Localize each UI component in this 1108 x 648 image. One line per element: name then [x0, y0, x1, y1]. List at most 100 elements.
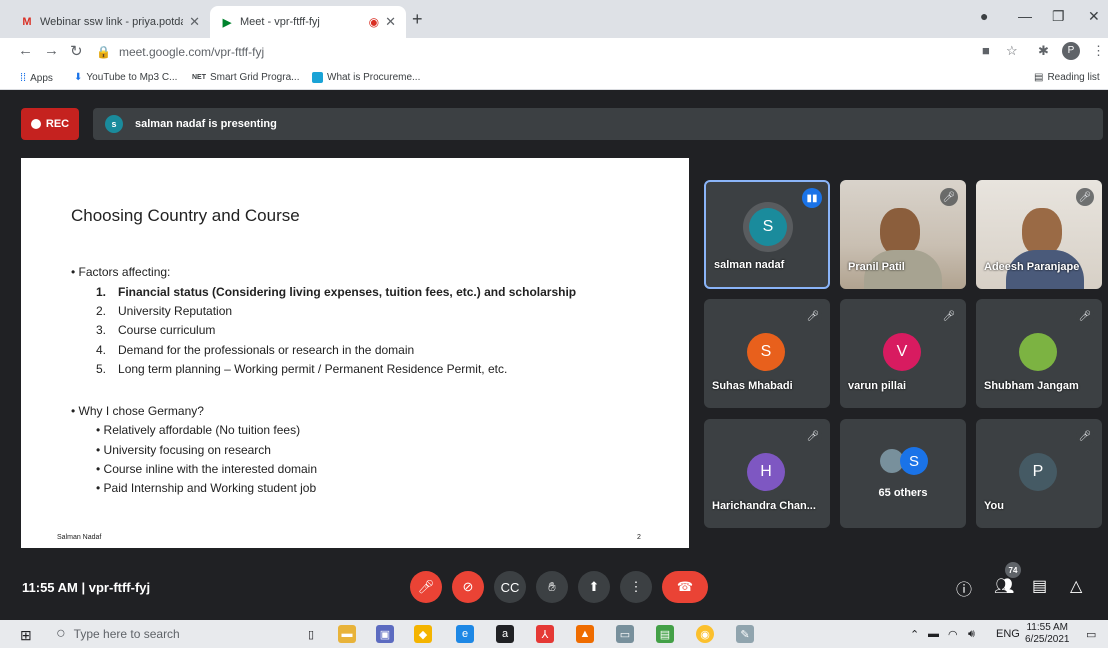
- participant-name: Adeesh Paranjape: [984, 261, 1080, 273]
- participant-tile[interactable]: S ▮▮ salman nadaf: [704, 180, 830, 289]
- close-window-button[interactable]: ✕: [1088, 8, 1100, 25]
- system-clock[interactable]: 11:55 AM 6/25/2021: [1025, 622, 1070, 646]
- camera-icon[interactable]: ■: [982, 43, 990, 58]
- meet-window: REC s salman nadaf is presenting Choosin…: [0, 90, 1108, 620]
- windows-taskbar: ⊞ ○ Type here to search ▯ ▬ ▣ ◆ e a ⅄ ▲ …: [0, 620, 1108, 648]
- slide-list-item: 4. Demand for the professionals or resear…: [96, 343, 415, 357]
- meeting-details: 11:55 AM | vpr-ftff-fyj: [22, 580, 151, 595]
- participant-tile[interactable]: 🎤︎ Adeesh Paranjape: [976, 180, 1102, 289]
- participant-name: You: [984, 500, 1004, 512]
- profile-menu-icon[interactable]: ●: [980, 8, 988, 24]
- vlc-icon[interactable]: ▲: [576, 625, 594, 643]
- bookmark-youtube-mp3[interactable]: ⬇ YouTube to Mp3 C...: [74, 72, 177, 83]
- presenting-text: salman nadaf is presenting: [135, 118, 277, 130]
- file-explorer-icon[interactable]: ▬: [338, 625, 356, 643]
- people-icon[interactable]: 👥︎: [994, 576, 1014, 596]
- camera-off-button[interactable]: ⊘: [452, 571, 484, 603]
- menu-icon[interactable]: ⋮: [1092, 43, 1105, 59]
- participant-tile[interactable]: 🎤︎ Pranil Patil: [840, 180, 966, 289]
- volume-icon[interactable]: 🔊︎: [968, 628, 975, 641]
- network-app-icon[interactable]: ▭: [616, 625, 634, 643]
- others-tile[interactable]: S 65 others: [840, 419, 966, 528]
- captions-button[interactable]: CC: [494, 571, 526, 603]
- net-icon: NET: [192, 74, 206, 81]
- participant-name: salman nadaf: [714, 259, 785, 271]
- edge-icon[interactable]: e: [456, 625, 474, 643]
- browser-tab-strip: M Webinar ssw link - priya.potdar@ ✕ ▶ M…: [0, 0, 1108, 38]
- restore-button[interactable]: ❐: [1052, 8, 1065, 25]
- battery-icon[interactable]: ▬: [928, 628, 939, 640]
- others-count: 65 others: [878, 487, 928, 499]
- tab-title: Webinar ssw link - priya.potdar@: [40, 16, 183, 28]
- amazon-icon[interactable]: a: [496, 625, 514, 643]
- participant-avatar: H: [747, 453, 785, 491]
- presenting-banner: s salman nadaf is presenting: [93, 108, 1103, 140]
- tab-meet[interactable]: ▶ Meet - vpr-ftff-fyj ◉ ✕: [210, 6, 406, 38]
- photos-icon[interactable]: ▤: [656, 625, 674, 643]
- back-button[interactable]: ←: [18, 42, 33, 59]
- record-dot-icon: [30, 119, 41, 129]
- slide-title: Choosing Country and Course: [71, 206, 300, 225]
- close-tab-icon[interactable]: ✕: [189, 14, 200, 30]
- bookmark-procurement[interactable]: What is Procureme...: [312, 72, 420, 83]
- app-icon[interactable]: ◆: [414, 625, 432, 643]
- chat-icon[interactable]: ▤: [1032, 576, 1047, 596]
- mic-off-icon: 🎤︎: [804, 307, 822, 325]
- chrome-icon[interactable]: ◉: [696, 625, 714, 643]
- raise-hand-button[interactable]: ✋︎: [536, 571, 568, 603]
- participant-face: [1022, 208, 1062, 256]
- present-button[interactable]: ⬆: [578, 571, 610, 603]
- extensions-icon[interactable]: ✱: [1038, 43, 1049, 59]
- participant-tile[interactable]: V 🎤︎ varun pillai: [840, 299, 966, 408]
- acrobat-icon[interactable]: ⅄: [536, 625, 554, 643]
- meeting-details-icon[interactable]: ⓘ: [956, 576, 972, 600]
- microphone-off-button[interactable]: 🎤︎: [410, 571, 442, 603]
- tab-gmail[interactable]: M Webinar ssw link - priya.potdar@ ✕: [10, 6, 210, 38]
- lock-icon: 🔒: [96, 45, 111, 59]
- slide-sub-item: • Course inline with the interested doma…: [96, 462, 317, 476]
- participant-avatar: P: [1019, 453, 1057, 491]
- participant-avatar: V: [883, 333, 921, 371]
- tray-overflow-icon[interactable]: ⌃: [910, 628, 919, 641]
- close-tab-icon[interactable]: ✕: [385, 14, 396, 30]
- bookmark-smart-grid[interactable]: NET Smart Grid Progra...: [192, 72, 299, 83]
- new-tab-button[interactable]: +: [412, 9, 423, 30]
- activities-icon[interactable]: △: [1070, 576, 1082, 596]
- meet-controls-bar: 11:55 AM | vpr-ftff-fyj 🎤︎ ⊘ CC ✋︎ ⬆ ⋮ ☎…: [0, 560, 1108, 620]
- slide-bullet: • Why I chose Germany?: [71, 404, 204, 418]
- taskbar-search[interactable]: ○ Type here to search: [50, 622, 320, 646]
- slide-sub-item: • Paid Internship and Working student jo…: [96, 481, 317, 495]
- mic-off-icon: 🎤︎: [940, 307, 958, 325]
- store-icon[interactable]: ▣: [376, 625, 394, 643]
- participant-name: Pranil Patil: [848, 261, 905, 273]
- reading-list-button[interactable]: ▤ Reading list: [1034, 72, 1100, 83]
- slide-sub-item: • Relatively affordable (No tuition fees…: [96, 423, 301, 437]
- cortana-icon: ○: [56, 625, 66, 642]
- more-options-button[interactable]: ⋮: [620, 571, 652, 603]
- profile-avatar[interactable]: P: [1062, 42, 1080, 60]
- participant-tile[interactable]: S 🎤︎ Suhas Mhabadi: [704, 299, 830, 408]
- bookmark-star-icon[interactable]: ☆: [1006, 43, 1018, 59]
- windows-start-icon[interactable]: ⊞: [20, 627, 32, 644]
- recording-badge: REC: [21, 108, 79, 140]
- apps-grid-icon: ⁞⁞: [20, 72, 27, 84]
- paint-icon[interactable]: ✎: [736, 625, 754, 643]
- minimize-button[interactable]: —: [1018, 8, 1032, 24]
- language-indicator[interactable]: ENG: [996, 628, 1020, 640]
- url-field[interactable]: 🔒 meet.google.com/vpr-ftff-fyj: [96, 41, 996, 63]
- notifications-icon[interactable]: ▭: [1086, 628, 1096, 641]
- forward-button[interactable]: →: [44, 42, 59, 59]
- participant-tile[interactable]: H 🎤︎ Harichandra Chan...: [704, 419, 830, 528]
- task-view-icon[interactable]: ▯: [302, 625, 320, 643]
- self-tile[interactable]: P 🎤︎ You: [976, 419, 1102, 528]
- leave-call-button[interactable]: ☎︎: [662, 571, 708, 603]
- bookmark-apps[interactable]: ⁞⁞ Apps: [20, 72, 53, 84]
- bookmarks-bar: ⁞⁞ Apps ⬇ YouTube to Mp3 C... NET Smart …: [0, 66, 1108, 90]
- participant-tile[interactable]: 🎤︎ Shubham Jangam: [976, 299, 1102, 408]
- reading-list-icon: ▤: [1034, 72, 1044, 83]
- mic-off-icon: 🎤︎: [1076, 188, 1094, 206]
- reload-button[interactable]: ↻: [70, 42, 83, 60]
- participant-face: [880, 208, 920, 256]
- meet-icon: ▶: [222, 16, 232, 29]
- network-icon[interactable]: ◠: [948, 628, 958, 641]
